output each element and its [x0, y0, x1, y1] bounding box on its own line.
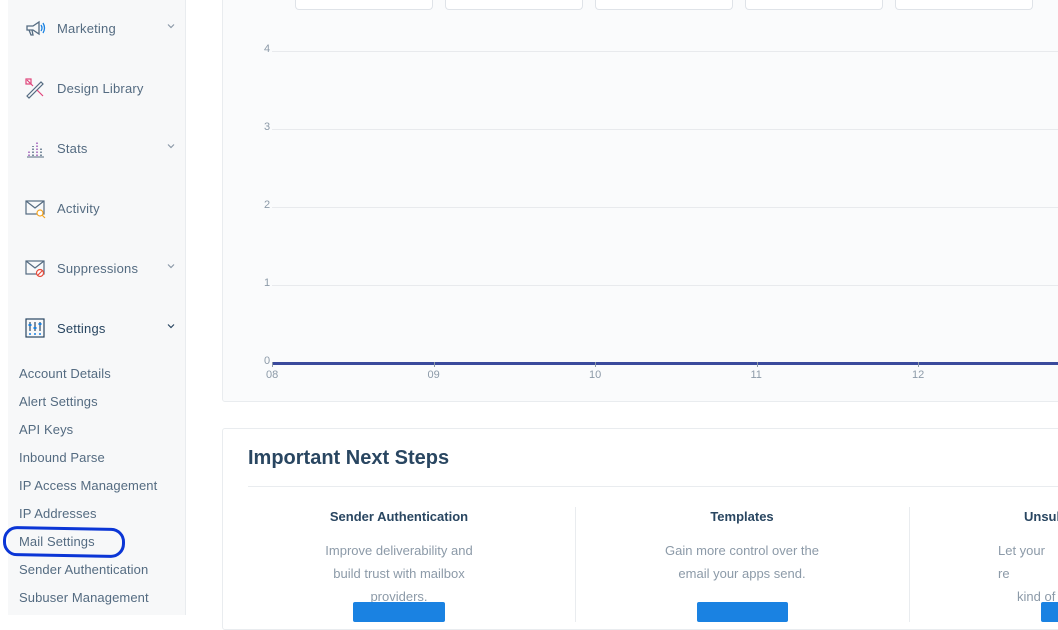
megaphone-icon	[26, 20, 46, 36]
chart-grid-line	[272, 285, 1058, 286]
x-tick-mark	[756, 362, 758, 367]
sidebar-item-settings[interactable]: Settings	[8, 308, 185, 348]
chart-grid-line	[272, 51, 1058, 52]
x-tick-label: 11	[750, 369, 762, 381]
sidebar-subitem-ip-access-management[interactable]: IP Access Management	[19, 478, 157, 493]
design-tools-icon	[25, 78, 44, 99]
chart-filter-dropdown[interactable]	[895, 0, 1033, 10]
sidebar: Marketing Design Library Stats Activity	[8, 0, 186, 615]
y-tick-label: 1	[264, 277, 271, 289]
sidebar-item-activity[interactable]: Activity	[8, 188, 185, 228]
y-tick-label: 4	[264, 43, 271, 55]
sliders-icon	[25, 318, 45, 338]
sidebar-item-marketing[interactable]: Marketing	[8, 8, 185, 48]
next-steps-title: Important Next Steps	[248, 447, 450, 469]
sidebar-subitem-sender-authentication[interactable]: Sender Authentication	[19, 562, 148, 577]
divider	[248, 486, 1058, 487]
sidebar-item-label: Stats	[57, 140, 88, 156]
chart-filter-dropdown[interactable]	[745, 0, 883, 10]
y-tick-label: 3	[264, 121, 271, 133]
chart-filter-dropdown[interactable]	[445, 0, 583, 10]
sender-authentication-button[interactable]	[353, 602, 445, 622]
templates-button[interactable]	[697, 602, 788, 622]
sidebar-subitem-api-keys[interactable]: API Keys	[19, 422, 73, 437]
sidebar-subitem-subuser-management[interactable]: Subuser Management	[19, 590, 149, 605]
sidebar-subitem-inbound-parse[interactable]: Inbound Parse	[19, 450, 105, 465]
unsubscribe-button[interactable]	[1041, 602, 1058, 622]
sidebar-item-label: Suppressions	[57, 260, 139, 276]
bar-stats-icon	[27, 142, 44, 158]
x-tick-label: 09	[427, 369, 440, 381]
x-tick-label: 12	[912, 369, 925, 381]
step-card-description: Improve deliverability and build trust w…	[325, 543, 473, 604]
sidebar-subitem-account-details[interactable]: Account Details	[19, 366, 111, 381]
sidebar-item-design-library[interactable]: Design Library	[8, 68, 185, 108]
sidebar-subitem-alert-settings[interactable]: Alert Settings	[19, 394, 98, 409]
chart-grid-line	[272, 129, 1058, 130]
step-card-description: Gain more control over the email your ap…	[665, 543, 819, 581]
sidebar-subitem-ip-addresses[interactable]: IP Addresses	[19, 506, 97, 521]
column-divider	[575, 507, 576, 622]
sidebar-item-stats[interactable]: Stats	[8, 128, 185, 168]
chevron-down-icon	[167, 264, 175, 269]
step-card-description: Let your re kind of	[998, 543, 1056, 604]
step-card-title: Sender Authentication	[329, 509, 469, 524]
x-tick-mark	[433, 362, 435, 367]
sidebar-item-label: Design Library	[57, 80, 144, 96]
chevron-down-icon	[167, 144, 175, 149]
x-tick-label: 08	[266, 369, 279, 381]
envelope-block-icon	[25, 260, 45, 278]
stats-chart-card	[222, 0, 1058, 402]
envelope-search-icon	[25, 200, 46, 219]
column-divider	[909, 507, 910, 622]
step-card-title: Templates	[710, 509, 774, 524]
chevron-down-icon	[167, 24, 175, 29]
y-tick-label: 0	[264, 355, 271, 367]
chart-filter-dropdown[interactable]	[295, 0, 433, 10]
sidebar-item-label: Settings	[57, 320, 106, 336]
series-line	[272, 362, 1058, 365]
sidebar-item-suppressions[interactable]: Suppressions	[8, 248, 185, 288]
sidebar-subitem-mail-settings[interactable]: Mail Settings	[19, 534, 95, 549]
chevron-down-icon	[167, 324, 175, 329]
sidebar-item-label: Activity	[57, 200, 100, 216]
chart-filter-dropdown[interactable]	[595, 0, 733, 10]
chart-grid-line	[272, 207, 1058, 208]
x-tick-label: 10	[589, 369, 602, 381]
x-tick-mark	[918, 362, 919, 367]
step-card-title: Unsul	[1024, 509, 1058, 524]
sidebar-item-label: Marketing	[57, 20, 116, 36]
y-tick-label: 2	[264, 199, 271, 211]
x-tick-mark	[595, 362, 596, 367]
x-tick-mark	[272, 362, 273, 367]
